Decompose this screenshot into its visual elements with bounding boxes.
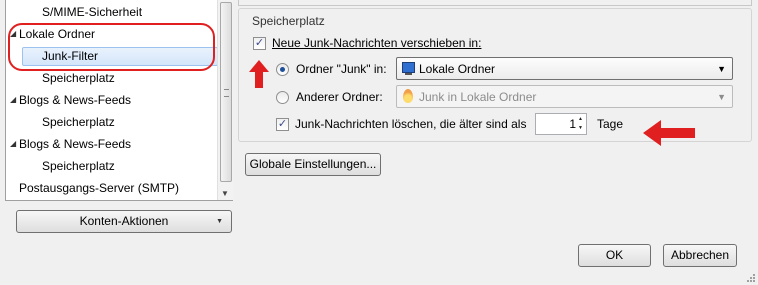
previous-section-edge (238, 0, 752, 6)
tree-item-label: S/MIME-Sicherheit (42, 5, 143, 19)
spin-up-icon[interactable]: ▲ (578, 115, 585, 124)
global-settings-label: Globale Einstellungen... (249, 157, 377, 171)
junk-folder-account-value: Lokale Ordner (419, 62, 496, 76)
tree-item[interactable]: S/MIME-Sicherheit (6, 2, 218, 22)
tree-item-label: Speicherplatz (42, 115, 115, 129)
annotation-arrow-left-icon (643, 120, 695, 146)
account-actions-label: Konten-Aktionen (79, 214, 169, 228)
delete-junk-checkbox[interactable]: ✓ (276, 118, 289, 131)
days-unit-label: Tage (597, 117, 624, 131)
tree-item-label: Speicherplatz (42, 71, 115, 85)
tree-item-label: Blogs & News-Feeds (19, 93, 132, 107)
chevron-down-icon: ▼ (717, 64, 726, 74)
account-actions-button[interactable]: Konten-Aktionen ▼ (16, 210, 232, 233)
tree-item-label: Blogs & News-Feeds (19, 137, 132, 151)
check-icon: ✓ (254, 37, 265, 49)
move-junk-label[interactable]: Neue Junk-Nachrichten verschieben in: (272, 36, 481, 50)
junk-folder-radio-label[interactable]: Ordner "Junk" in: (296, 62, 387, 76)
junk-folder-radio[interactable] (276, 63, 289, 76)
tree-expand-icon[interactable]: ◢ (10, 134, 16, 154)
move-junk-checkbox[interactable]: ✓ (253, 37, 266, 50)
tree-item-label: Speicherplatz (42, 159, 115, 173)
tree-item[interactable]: ◢ Blogs & News-Feeds (6, 90, 218, 110)
tree-item[interactable]: Speicherplatz (6, 68, 218, 88)
scroll-down-arrow-icon[interactable]: ▼ (221, 189, 229, 198)
tree-expand-icon[interactable]: ◢ (10, 90, 16, 110)
move-junk-label-text: Neue Junk-Nachrichten verschieben in: (272, 36, 482, 50)
other-folder-select: Junk in Lokale Ordner ▼ (396, 85, 733, 108)
cancel-button[interactable]: Abbrechen (663, 244, 737, 267)
cancel-label: Abbrechen (670, 248, 730, 262)
ok-label: OK (605, 248, 624, 262)
other-folder-radio-label[interactable]: Anderer Ordner: (296, 90, 383, 104)
storage-group-title: Speicherplatz (251, 14, 326, 28)
global-settings-button[interactable]: Globale Einstellungen... (245, 153, 381, 176)
other-folder-value: Junk in Lokale Ordner (419, 90, 537, 104)
chevron-down-icon: ▼ (717, 92, 726, 102)
delete-junk-label[interactable]: Junk-Nachrichten löschen, die älter sind… (295, 117, 526, 131)
ok-button[interactable]: OK (578, 244, 651, 267)
tree-item-label: Junk-Filter (42, 49, 99, 63)
tree-scrollbar[interactable]: ▼ (217, 0, 233, 200)
tree-item-label: Lokale Ordner (19, 27, 96, 41)
tree-item[interactable]: Speicherplatz (6, 112, 218, 132)
other-folder-radio[interactable] (276, 91, 289, 104)
days-spin-input[interactable]: 1 ▲ ▼ (535, 113, 587, 135)
flame-icon (403, 89, 413, 103)
scrollbar-grip-icon (224, 89, 229, 97)
check-icon: ✓ (277, 118, 288, 130)
tree-item-label: Postausgangs-Server (SMTP) (19, 181, 180, 195)
tree-item[interactable]: Postausgangs-Server (SMTP) (6, 178, 218, 198)
days-value: 1 (569, 117, 576, 131)
chevron-down-icon: ▼ (216, 218, 223, 225)
resize-grip-icon[interactable] (745, 272, 756, 283)
spin-down-icon[interactable]: ▼ (578, 124, 585, 133)
annotation-arrow-up-icon (249, 60, 269, 88)
tree-item[interactable]: Speicherplatz (6, 156, 218, 176)
scrollbar-thumb[interactable] (220, 2, 232, 182)
tree-item[interactable]: ◢ Blogs & News-Feeds (6, 134, 218, 154)
monitor-icon (402, 62, 415, 75)
junk-folder-account-select[interactable]: Lokale Ordner ▼ (396, 57, 733, 80)
